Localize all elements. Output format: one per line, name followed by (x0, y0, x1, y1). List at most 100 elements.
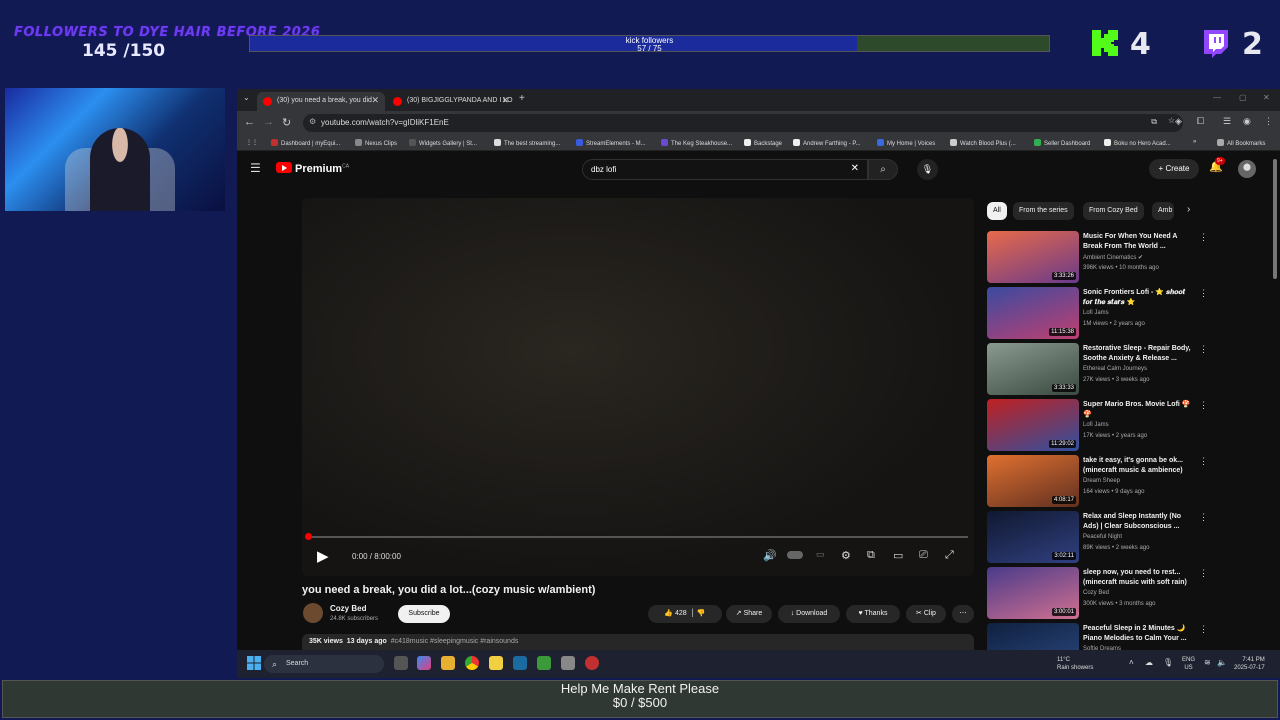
close-window-icon[interactable]: ✕ (1263, 93, 1270, 102)
windows-start-icon[interactable] (247, 656, 261, 670)
dislike-button[interactable]: 👎 (697, 610, 706, 617)
recommended-channel[interactable]: Cozy Bed (1083, 590, 1109, 596)
recommended-video[interactable]: 3:33:26 Music For When You Need A Break F… (987, 231, 1208, 283)
wifi-icon[interactable]: ≋ (1204, 658, 1211, 667)
more-options-icon[interactable]: ⋮ (1199, 288, 1208, 299)
chip-ambient[interactable]: Amb (1152, 202, 1174, 220)
channel-name[interactable]: Cozy Bed (330, 604, 366, 613)
chevron-right-icon[interactable]: › (1187, 204, 1190, 215)
more-options-icon[interactable]: ⋮ (1199, 568, 1208, 579)
tab-inactive[interactable]: (30) BIGJIGGLYPANDA AND I LO ✕ (387, 92, 515, 111)
recommended-title[interactable]: Sonic Frontiers Lofi - ⭐ 𝒔𝒉𝒐𝒐𝒕 𝒇𝒐𝒓 𝒕𝒉𝒆 𝒔… (1083, 288, 1195, 308)
volume-icon[interactable]: 🔊 (763, 549, 777, 562)
weather-widget[interactable]: 11°C Rain showers (1057, 656, 1093, 672)
language-indicator[interactable]: ENG US (1182, 656, 1195, 672)
chip-all[interactable]: All (987, 202, 1007, 220)
subscribe-button[interactable]: Subscribe (398, 605, 450, 623)
chip-from-channel[interactable]: From Cozy Bed (1083, 202, 1144, 220)
miniplayer-icon[interactable]: ⧉ (867, 549, 875, 562)
bookmark-item[interactable]: Backstage (744, 139, 782, 147)
create-button[interactable]: + Create (1149, 159, 1199, 179)
video-description[interactable]: 35K views 13 days ago #c418music #sleepi… (302, 634, 974, 650)
copilot-icon[interactable] (417, 656, 431, 670)
voice-search-button[interactable]: 🎙 (917, 159, 938, 180)
video-thumbnail[interactable]: 11:15:38 (987, 287, 1079, 339)
menu-icon[interactable]: ⋮ (1264, 116, 1273, 127)
sticky-notes-icon[interactable] (489, 656, 503, 670)
more-options-icon[interactable]: ⋮ (1199, 400, 1208, 411)
profile-icon[interactable]: ◉ (1243, 116, 1251, 127)
recommended-title[interactable]: take it easy, it's gonna be ok... (minec… (1083, 456, 1195, 476)
recommended-video[interactable]: 3:02:11 Relax and Sleep Instantly (No Ads… (987, 511, 1208, 563)
settings-gear-icon[interactable]: ⚙ (841, 549, 851, 562)
forward-icon[interactable]: → (263, 116, 274, 128)
recommended-title[interactable]: Music For When You Need A Break From The… (1083, 232, 1195, 252)
tab-search-icon[interactable]: ⌄ (243, 93, 250, 102)
new-tab-icon[interactable]: + (519, 93, 525, 104)
recommended-title[interactable]: Restorative Sleep - Repair Body, Soothe … (1083, 344, 1195, 364)
tab-active[interactable]: (30) you need a break, you did ✕ (257, 92, 385, 111)
close-tab-icon[interactable]: ✕ (371, 95, 379, 106)
bookmark-star-icon[interactable]: ☆ (1168, 116, 1175, 125)
bookmark-item[interactable]: Watch Blood Plus (... (950, 139, 1016, 147)
more-options-icon[interactable]: ⋮ (1199, 624, 1208, 635)
like-button[interactable]: 👍 428 (664, 610, 686, 617)
recommended-channel[interactable]: Lofi Jams (1083, 310, 1109, 316)
recommended-title[interactable]: Peaceful Sleep in 2 Minutes 🌙 Piano Melo… (1083, 624, 1195, 644)
video-thumbnail[interactable]: 11:29:02 (987, 399, 1079, 451)
recommended-channel[interactable]: Dream Sheep (1083, 478, 1120, 484)
account-avatar[interactable] (1238, 160, 1256, 178)
bookmarks-overflow-icon[interactable]: » (1193, 139, 1196, 145)
back-icon[interactable]: ← (244, 116, 255, 128)
video-thumbnail[interactable]: 3:33:33 (987, 343, 1079, 395)
video-progress-bar[interactable] (308, 536, 968, 538)
speaker-icon[interactable]: 🔈 (1217, 658, 1227, 667)
taskbar-clock[interactable]: 7:41 PM 2025-07-17 (1234, 656, 1265, 672)
share-button[interactable]: ↗ Share (726, 605, 772, 623)
recommended-channel[interactable]: Ethereal Calm Journeys (1083, 366, 1147, 372)
scrollbar[interactable] (1273, 159, 1277, 279)
recommended-video[interactable]: 4:08:17 take it easy, it's gonna be ok...… (987, 455, 1208, 507)
mic-tray-icon[interactable]: 🎙 (1163, 658, 1173, 667)
site-info-icon[interactable]: ⚙ (309, 117, 316, 126)
video-thumbnail[interactable]: 3:00:01 (987, 567, 1079, 619)
extension-icon[interactable]: ◈ (1175, 116, 1182, 127)
bookmark-item[interactable]: My Home | Voices (877, 139, 935, 147)
taskbar-search[interactable]: ⌕ Search (264, 655, 384, 673)
recommended-title[interactable]: sleep now, you need to rest... (minecraf… (1083, 568, 1195, 588)
bookmark-item[interactable]: Andrew Farthing - P... (793, 139, 861, 147)
bookmark-item[interactable]: Dashboard | myEqui... (271, 139, 340, 147)
recommended-channel[interactable]: Lofi Jams (1083, 422, 1109, 428)
video-thumbnail[interactable]: 4:08:17 (987, 455, 1079, 507)
chrome-icon[interactable] (465, 656, 479, 670)
cloud-icon[interactable]: ☁ (1145, 658, 1153, 667)
hamburger-menu-icon[interactable]: ☰ (250, 161, 261, 175)
more-options-icon[interactable]: ⋮ (1199, 232, 1208, 243)
play-icon[interactable]: ▶ (317, 547, 329, 565)
chevron-up-icon[interactable]: ˄ (1129, 658, 1134, 667)
download-button[interactable]: ↓ Download (778, 605, 840, 623)
bookmark-item[interactable]: Boku no Hero Acad... (1104, 139, 1171, 147)
bookmark-item[interactable]: The best streaming... (494, 139, 560, 147)
recommended-title[interactable]: Relax and Sleep Instantly (No Ads) | Cle… (1083, 512, 1195, 532)
bookmark-item[interactable]: The Keg Steakhouse... (661, 139, 732, 147)
bookmark-item[interactable]: Widgets Gallery | St... (409, 139, 477, 147)
more-options-icon[interactable]: ⋮ (1199, 512, 1208, 523)
task-view-icon[interactable] (394, 656, 408, 670)
recommended-video[interactable]: 11:15:38 Sonic Frontiers Lofi - ⭐ 𝒔𝒉𝒐𝒐𝒕 𝒇… (987, 287, 1208, 339)
more-options-icon[interactable]: ⋮ (1199, 344, 1208, 355)
all-bookmarks[interactable]: All Bookmarks (1217, 139, 1265, 147)
more-options-icon[interactable]: ⋮ (1199, 456, 1208, 467)
bookmark-item[interactable]: Nexus Clips (355, 139, 397, 147)
media-icon[interactable]: ☰ (1223, 116, 1231, 127)
theater-mode-icon[interactable]: ▭ (893, 549, 903, 562)
recommended-video[interactable]: 3:00:01 sleep now, you need to rest... (m… (987, 567, 1208, 619)
minimize-icon[interactable]: — (1213, 93, 1221, 102)
install-icon[interactable]: ⧉ (1151, 117, 1157, 127)
video-player[interactable]: ▶ 0:00 / 8:00:00 🔊 ▭ ⚙ ⧉ ▭ ⎚ ⤢ (302, 198, 974, 576)
extensions-puzzle-icon[interactable]: ⧠ (1197, 116, 1204, 127)
clear-search-icon[interactable]: ✕ (851, 163, 859, 174)
file-explorer-icon[interactable] (441, 656, 455, 670)
channel-avatar[interactable] (303, 603, 323, 623)
more-actions-button[interactable]: ⋯ (952, 605, 974, 623)
